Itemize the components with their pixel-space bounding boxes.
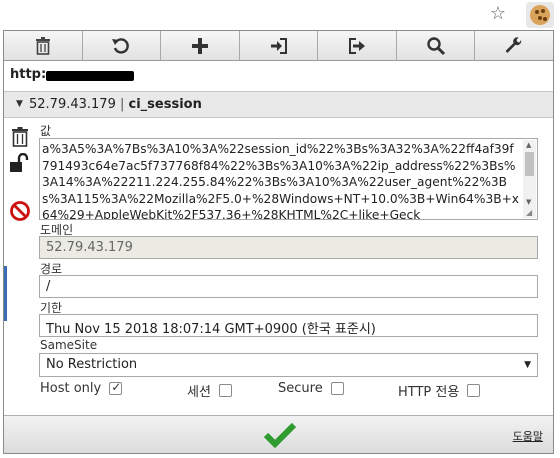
- value-scrollbar[interactable]: ▲ ▼: [523, 140, 536, 218]
- session-label: 세션: [187, 385, 211, 400]
- scroll-up-icon[interactable]: ▲: [526, 141, 531, 149]
- dropdown-arrow-icon: ▼: [524, 360, 531, 370]
- redacted-url: [46, 71, 134, 81]
- samesite-value: No Restriction: [46, 357, 138, 372]
- cookie-title: 52.79.43.179 | ci_session: [29, 97, 202, 112]
- scroll-down-icon[interactable]: ▼: [526, 198, 531, 206]
- search-button[interactable]: [397, 31, 476, 60]
- session-checkbox[interactable]: [218, 384, 232, 397]
- samesite-select[interactable]: No Restriction ▼: [39, 353, 538, 377]
- http-only-checkbox[interactable]: [467, 384, 481, 397]
- samesite-label: SameSite: [40, 338, 98, 352]
- cookie-domain-header: 52.79.43.179: [29, 97, 116, 112]
- plus-icon: [191, 37, 208, 54]
- toolbar: [4, 31, 553, 61]
- trash-icon: [35, 36, 50, 55]
- undo-icon: [112, 37, 130, 54]
- value-textarea[interactable]: a%3A5%3A%7Bs%3A10%3A%22session_id%22%3Bs…: [39, 138, 538, 220]
- page-edge: [4, 266, 7, 321]
- reset-button[interactable]: [83, 31, 162, 60]
- secure-checkbox[interactable]: [330, 382, 344, 395]
- export-icon: [349, 37, 366, 54]
- title-separator: |: [119, 97, 125, 112]
- http-only-option: HTTP 전용: [398, 381, 481, 400]
- host-only-option: Host only: [40, 380, 123, 396]
- trash-icon: [12, 127, 28, 147]
- http-only-label: HTTP 전용: [398, 385, 460, 400]
- extension-button[interactable]: [526, 2, 554, 28]
- footer: 도움말: [4, 415, 553, 453]
- delete-all-button[interactable]: [4, 31, 83, 60]
- star-icon[interactable]: ☆: [488, 4, 508, 24]
- unlock-icon: [10, 152, 29, 172]
- collapse-arrow-icon[interactable]: ▼: [16, 99, 23, 109]
- cookie-editor-popup: http: ▼ 52.79.43.179 | ci_session 값 a%3A…: [3, 30, 554, 454]
- resize-handle-icon[interactable]: ◢: [526, 208, 536, 218]
- block-cookie-button[interactable]: [9, 200, 30, 222]
- import-icon: [270, 37, 287, 54]
- import-button[interactable]: [240, 31, 319, 60]
- value-label: 값: [40, 124, 52, 138]
- host-only-checkbox[interactable]: [109, 380, 123, 395]
- secure-label: Secure: [278, 381, 323, 396]
- submit-button[interactable]: [263, 422, 297, 449]
- browser-toolbar-strip: ☆: [0, 0, 560, 30]
- delete-cookie-button[interactable]: [10, 126, 30, 148]
- value-text[interactable]: a%3A5%3A%7Bs%3A10%3A%22session_id%22%3Bs…: [42, 141, 520, 219]
- cookie-name: ci_session: [128, 97, 202, 112]
- url-text: http:: [10, 67, 47, 82]
- search-icon: [426, 36, 445, 55]
- path-field[interactable]: /: [39, 275, 538, 298]
- add-cookie-button[interactable]: [161, 31, 240, 60]
- expiry-field[interactable]: Thu Nov 15 2018 18:07:14 GMT+0900 (한국 표준…: [39, 314, 538, 337]
- options-button[interactable]: [475, 31, 553, 60]
- unlock-button[interactable]: [9, 152, 29, 175]
- url-bar: http:: [4, 62, 553, 90]
- secure-option: Secure: [278, 381, 344, 396]
- cookie-header[interactable]: ▼ 52.79.43.179 | ci_session: [4, 91, 553, 118]
- session-option: 세션: [187, 381, 232, 400]
- domain-field: 52.79.43.179: [39, 236, 538, 259]
- host-only-label: Host only: [40, 381, 102, 396]
- cookie-options: Host only 세션 Secure HTTP 전용: [40, 379, 540, 401]
- export-button[interactable]: [318, 31, 397, 60]
- help-link[interactable]: 도움말: [513, 428, 543, 444]
- scroll-thumb[interactable]: [525, 152, 534, 176]
- cookie-icon: [530, 5, 550, 25]
- block-icon: [10, 201, 30, 221]
- wrench-icon: [506, 36, 522, 53]
- checkmark-icon: [263, 422, 297, 449]
